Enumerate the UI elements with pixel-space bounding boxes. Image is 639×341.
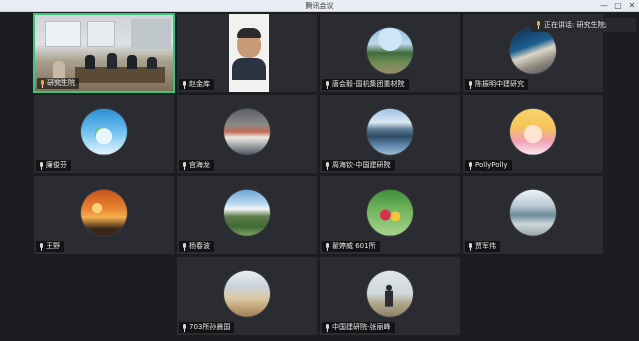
microphone-icon bbox=[467, 80, 473, 89]
microphone-icon bbox=[467, 242, 473, 251]
avatar bbox=[81, 189, 127, 236]
microphone-icon bbox=[181, 80, 187, 89]
window-title: 腾讯会议 bbox=[305, 2, 334, 10]
participant-name: 唐会毅-国机集团重材院 bbox=[332, 80, 405, 88]
participant-tile[interactable]: 研究生院 bbox=[33, 13, 175, 93]
microphone-icon bbox=[181, 242, 187, 251]
participant-nametag: 贾军伟 bbox=[465, 241, 500, 252]
participant-nametag: 赵金库 bbox=[179, 79, 214, 90]
microphone-icon bbox=[39, 79, 45, 88]
participant-name: 廉俊芬 bbox=[46, 161, 67, 169]
microphone-icon bbox=[324, 323, 330, 332]
participant-tile[interactable]: 中国建研院-张丽峰 bbox=[319, 256, 461, 336]
participant-nametag: 宫海龙 bbox=[179, 160, 214, 171]
participant-nametag: 703所孙晨国 bbox=[179, 322, 235, 333]
participant-nametag: 周海钦-中国建研院 bbox=[322, 160, 395, 171]
avatar bbox=[81, 108, 127, 155]
avatar bbox=[367, 27, 413, 74]
maximize-button[interactable]: ▢ bbox=[611, 0, 625, 12]
participant-name: 中国建研院-张丽峰 bbox=[332, 323, 391, 331]
participant-nametag: 研究生院 bbox=[37, 78, 79, 89]
microphone-icon bbox=[324, 80, 330, 89]
speaking-indicator: 正在讲话: 研究生院; bbox=[530, 18, 636, 32]
participant-name: 贾军伟 bbox=[475, 242, 496, 250]
microphone-icon bbox=[324, 242, 330, 251]
participant-tile[interactable]: 703所孙晨国 bbox=[176, 256, 318, 336]
avatar bbox=[367, 108, 413, 155]
participant-name: 陈振明中建研究 bbox=[475, 80, 524, 88]
avatar bbox=[224, 108, 270, 155]
speaking-label: 正在讲话: 研究生院; bbox=[544, 21, 607, 29]
participant-tile[interactable]: 杨春波 bbox=[176, 175, 318, 255]
participant-tile[interactable]: 翟婷威 601所 bbox=[319, 175, 461, 255]
close-button[interactable]: ✕ bbox=[625, 0, 639, 12]
participant-nametag: PollyPolly bbox=[465, 160, 512, 171]
participant-tile[interactable]: PollyPolly bbox=[462, 94, 604, 174]
participant-name: 周海钦-中国建研院 bbox=[332, 161, 391, 169]
minimize-button[interactable]: — bbox=[597, 0, 611, 12]
participant-nametag: 廉俊芬 bbox=[36, 160, 71, 171]
microphone-icon bbox=[38, 161, 44, 170]
participant-name: PollyPolly bbox=[475, 161, 508, 169]
microphone-icon bbox=[181, 323, 187, 332]
participant-name: 翟婷威 601所 bbox=[332, 242, 376, 250]
avatar bbox=[224, 189, 270, 236]
avatar bbox=[510, 108, 556, 155]
microphone-icon bbox=[324, 161, 330, 170]
participant-tile[interactable]: 王野 bbox=[33, 175, 175, 255]
participant-name: 703所孙晨国 bbox=[189, 323, 231, 331]
participant-nametag: 陈振明中建研究 bbox=[465, 79, 528, 90]
participant-name: 杨春波 bbox=[189, 242, 210, 250]
avatar bbox=[224, 270, 270, 317]
participant-tile[interactable]: 唐会毅-国机集团重材院 bbox=[319, 13, 461, 93]
participant-tile[interactable]: 廉俊芬 bbox=[33, 94, 175, 174]
title-bar: 腾讯会议 — ▢ ✕ bbox=[0, 0, 639, 12]
participant-name: 王野 bbox=[46, 242, 60, 250]
avatar bbox=[510, 27, 556, 74]
microphone-icon bbox=[467, 161, 473, 170]
avatar bbox=[367, 270, 413, 317]
participant-tile[interactable]: 赵金库 bbox=[176, 13, 318, 93]
microphone-icon bbox=[38, 242, 44, 251]
participant-nametag: 王野 bbox=[36, 241, 64, 252]
avatar bbox=[367, 189, 413, 236]
participant-nametag: 唐会毅-国机集团重材院 bbox=[322, 79, 409, 90]
participant-tile[interactable]: 周海钦-中国建研院 bbox=[319, 94, 461, 174]
participant-nametag: 翟婷威 601所 bbox=[322, 241, 380, 252]
participant-name: 赵金库 bbox=[189, 80, 210, 88]
participant-tile[interactable]: 贾军伟 bbox=[462, 175, 604, 255]
participant-tile[interactable]: 宫海龙 bbox=[176, 94, 318, 174]
participant-nametag: 杨春波 bbox=[179, 241, 214, 252]
microphone-icon bbox=[535, 21, 541, 29]
participant-nametag: 中国建研院-张丽峰 bbox=[322, 322, 395, 333]
video-grid: 研究生院 赵金库 唐会毅-国机集团重材院 陈振明中建研究廉俊芬 宫海龙 周海钦-中国建研院… bbox=[0, 12, 639, 341]
microphone-icon bbox=[181, 161, 187, 170]
participant-name: 宫海龙 bbox=[189, 161, 210, 169]
avatar bbox=[510, 189, 556, 236]
participant-name: 研究生院 bbox=[47, 79, 75, 87]
